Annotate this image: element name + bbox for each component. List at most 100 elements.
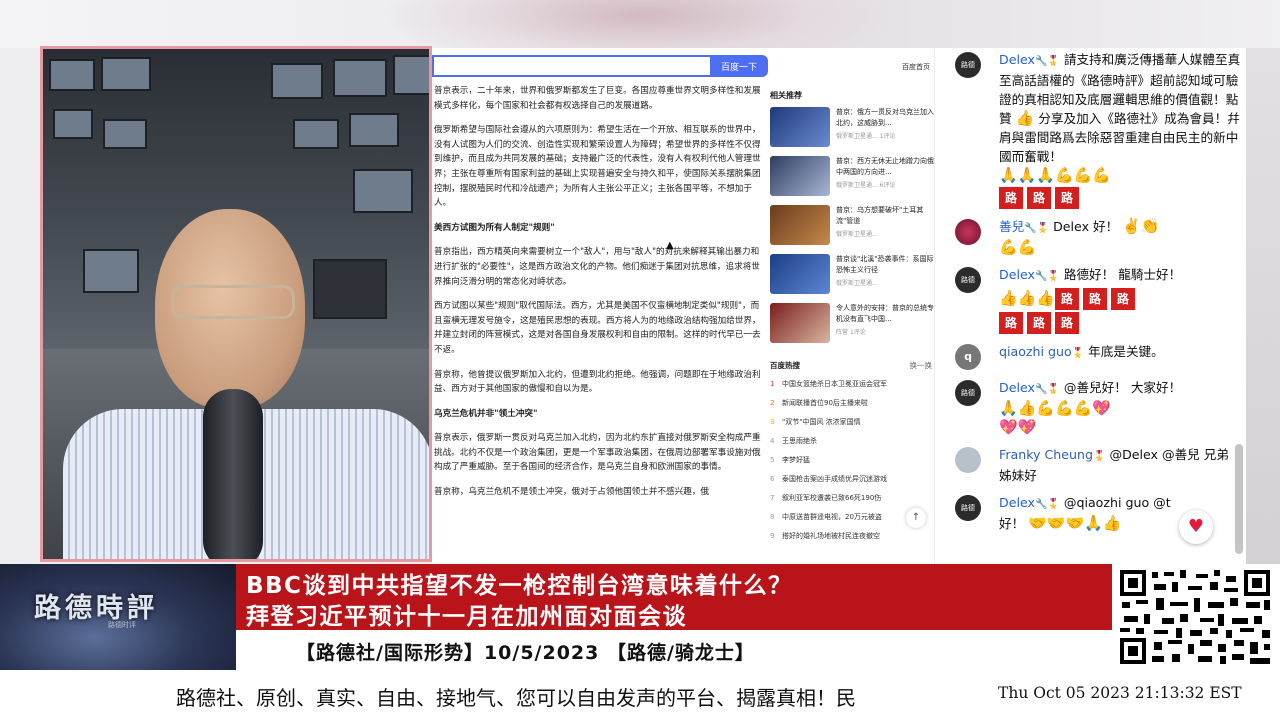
chat-author[interactable]: Delex <box>999 52 1035 67</box>
chat-message: 路德 Delex🔧🎖️ 路德好！ 龍騎士好！ 👍👍👍 路路路 路路路 <box>935 265 1246 334</box>
hot-text: 搭好的婚礼场地被村民连夜撤空 <box>782 532 880 540</box>
search-button[interactable]: 百度一下 <box>710 55 768 77</box>
related-item[interactable]: 令人意外的安排：普京的总统专机没有直飞中国... 阵营 1评论 <box>768 303 934 351</box>
chat-avatar[interactable] <box>955 447 981 473</box>
studio-monitor <box>101 57 151 91</box>
lu-emoji-icon: 路 <box>1055 288 1080 310</box>
ticker-text: 路德社、原创、真实、自由、接地气、您可以自由发声的平台、揭露真相！民 <box>176 686 856 710</box>
hot-search-item[interactable]: 2 新闻联播首位90后主播来啦 <box>768 394 934 413</box>
baidu-home-link[interactable]: 百度首页 <box>768 48 934 84</box>
ticker-timestamp: Thu Oct 05 2023 21:13:32 EST <box>998 684 1242 702</box>
heart-reaction-icon[interactable]: ♥ <box>1179 510 1213 544</box>
lu-emoji-icon: 路 <box>1055 312 1079 334</box>
related-item-source: 俄罗斯卫星通... <box>836 231 878 238</box>
search-input[interactable] <box>432 55 720 77</box>
member-badge-icon: 🎖️ <box>1047 56 1060 67</box>
hot-text: 新闻联播首位90后主播来啦 <box>782 399 868 407</box>
lu-emoji-icon: 路 <box>999 312 1023 334</box>
host-glasses <box>171 285 295 319</box>
hot-search-item[interactable]: 1 中国女篮绝杀日本卫冕亚运会冠军 <box>768 375 934 394</box>
related-item-comments: 6评论 <box>879 182 896 189</box>
article-paragraph: 普京称，乌克兰危机不是领土冲突，俄对于占领他国领土并不感兴趣，俄 <box>434 487 710 498</box>
flexed-biceps-icon: 💪💪💪 <box>1055 166 1112 184</box>
related-item[interactable]: 普京谈"北溪"恐袭事件：系国际恐怖主义行径俄罗斯卫星通... <box>768 254 934 302</box>
hot-search-title: 百度热搜 <box>770 361 800 370</box>
chat-author[interactable]: Franky Cheung <box>999 447 1093 462</box>
praying-hands-icon: 🙏🙏🙏 <box>999 166 1056 184</box>
related-item-source: 俄罗斯卫星通... <box>836 280 878 287</box>
related-item-title: 普京谈"北溪"恐袭事件：系国际恐怖主义行径 <box>836 255 934 274</box>
related-item[interactable]: 普京：俄方一贯反对乌克兰加入北约，这威胁到... 俄罗斯卫星通... 1评论 <box>768 107 934 155</box>
bottom-banner: 路德時評 路德时评 BBC谈到中共指望不发一枪控制台湾意味着什么？ 拜登习近平预… <box>0 564 1280 670</box>
program-subline: 【路德社/国际形势】10/5/2023 【路德/骑龙士】 <box>296 642 755 664</box>
studio-monitor <box>271 63 323 99</box>
heart-face-icon: 💖💖 <box>999 418 1037 436</box>
hot-text: "双节"中国风 浓浓家国情 <box>782 418 861 426</box>
wrench-icon: 🔧 <box>1034 384 1048 395</box>
hot-text: 王思雨绝杀 <box>782 437 817 445</box>
related-item-comments: 1评论 <box>849 329 866 336</box>
chat-author[interactable]: Delex <box>999 380 1035 395</box>
related-thumbnail <box>770 205 830 245</box>
chat-author[interactable]: 善兒 <box>999 219 1024 234</box>
lu-emoji-icon: 路 <box>1055 187 1079 209</box>
article-heading: 乌克兰危机并非"领土冲突" <box>434 408 538 419</box>
related-item[interactable]: 普京：乌方想要破坏"土耳其流"管道 俄罗斯卫星通... <box>768 205 934 253</box>
hug-icon: 🤝🤝🤝🙏👍 <box>1028 514 1122 532</box>
article-body: 普京表示，二十年来，世界和俄罗斯都发生了巨变。各国应尊重世界文明多样性和发展模式… <box>432 84 768 500</box>
scroll-to-top-icon[interactable]: ↑ <box>906 508 926 528</box>
qr-code-icon <box>1112 564 1280 670</box>
hot-search-item[interactable]: 6 泰国枪击案凶手成绩优异沉迷游戏 <box>768 470 934 489</box>
hot-search-item[interactable]: 3 "双节"中国风 浓浓家国情 <box>768 413 934 432</box>
related-item[interactable]: 普京：西方无休无止地蹭力向俄中两国的方向进... 俄罗斯卫星通... 6评论 <box>768 156 934 204</box>
hot-text: 中原送苗群遥电视，20万元被盗 <box>782 513 882 521</box>
chat-message: Franky Cheung🎖️ @Delex @善兒 兄弟姊妹好 <box>935 445 1246 485</box>
studio-monitor <box>83 249 139 293</box>
hot-refresh-button[interactable]: 换一换 <box>910 360 933 371</box>
hot-rank: 4 <box>770 437 775 445</box>
hot-text: 泰国枪击案凶手成绩优异沉迷游戏 <box>782 475 887 483</box>
chat-avatar[interactable]: 路德 <box>955 495 981 521</box>
hot-search-item[interactable]: 5 李梦好猛 <box>768 451 934 470</box>
chat-message: 善兒🔧🎖️ Delex 好！ ✌️👏 💪💪 <box>935 217 1246 257</box>
related-title: 相关推荐 <box>770 91 802 100</box>
webcam-feed <box>40 46 432 562</box>
chat-avatar[interactable]: 路德 <box>955 380 981 406</box>
related-thumbnail <box>770 107 830 147</box>
chat-author[interactable]: Delex <box>999 495 1035 510</box>
article-paragraph: 西方试图以某些"规则"取代国际法。西方，尤其是美国不仅蛮横地制定类似"规则"，而… <box>434 301 761 355</box>
member-badge-icon: 🎖️ <box>1036 223 1050 234</box>
channel-logo-sub: 路德时评 <box>108 621 136 629</box>
lu-emoji-icon: 路 <box>1111 288 1136 310</box>
studio-monitor <box>53 109 93 139</box>
hot-search-item[interactable]: 9 搭好的婚礼场地被村民连夜撤空 <box>768 527 934 546</box>
article-paragraph: 俄罗斯希望与国际社会遵从的六项原则为：希望生活在一个开放、相互联系的世界中，没有… <box>434 125 761 209</box>
member-badge-icon: 🎖️ <box>1093 451 1106 462</box>
studio-monitor <box>349 113 399 147</box>
hot-rank: 5 <box>770 456 775 464</box>
mouse-cursor-icon: ▲ <box>666 240 674 251</box>
chat-avatar[interactable]: q <box>955 344 981 370</box>
hot-rank: 1 <box>770 380 775 388</box>
related-thumbnail <box>770 254 830 294</box>
chat-message: 路德 Delex🔧🎖️ 請支持和廣泛傳播華人媒體至真至高話語權的《路德時評》超前… <box>935 50 1246 209</box>
hot-search-item[interactable]: 4 王思雨绝杀 <box>768 432 934 451</box>
related-thumbnail <box>770 156 830 196</box>
studio-monitor <box>313 259 387 319</box>
related-item-title: 普京：俄方一贯反对乌克兰加入北约，这威胁到... <box>836 108 934 127</box>
hot-text: 叙利亚军校遭袭已致66死190伤 <box>782 494 882 502</box>
studio-monitor <box>103 119 147 149</box>
related-item-title: 普京：西方无休无止地蹭力向俄中两国的方向进... <box>836 157 934 176</box>
chat-avatar[interactable] <box>955 219 981 245</box>
chat-author[interactable]: qiaozhi guo <box>999 344 1072 359</box>
chat-scrollbar[interactable] <box>1235 444 1243 554</box>
chat-avatar[interactable]: 路德 <box>955 267 981 293</box>
right-background <box>1246 48 1280 564</box>
hot-search-item[interactable]: 7 叙利亚军校遭袭已致66死190伤 <box>768 489 934 508</box>
member-badge-icon: 🎖️ <box>1071 348 1085 359</box>
chat-author[interactable]: Delex <box>999 267 1035 282</box>
chat-avatar[interactable]: 路德 <box>955 52 981 78</box>
related-panel: 百度首页 相关推荐 普京：俄方一贯反对乌克兰加入北约，这威胁到... 俄罗斯卫星通… <box>768 48 934 564</box>
live-chat-panel: 路德 Delex🔧🎖️ 請支持和廣泛傳播華人媒體至真至高話語權的《路德時評》超前… <box>934 48 1246 564</box>
thumbs-up-icon: 👍👍👍 <box>999 289 1056 307</box>
